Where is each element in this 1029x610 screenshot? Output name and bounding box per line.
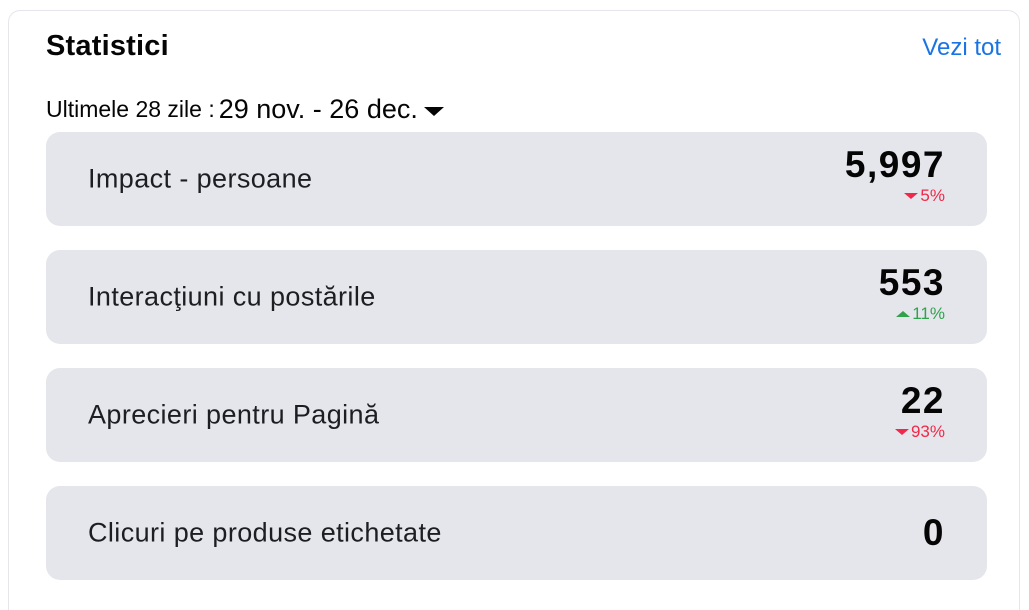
caret-down-icon xyxy=(423,106,444,116)
metric-value-block: 5,997 5% xyxy=(845,146,945,206)
date-range-label: Ultimele 28 zile : xyxy=(46,95,215,122)
see-all-link[interactable]: Vezi tot xyxy=(922,34,1001,62)
metric-change: 5% xyxy=(845,186,945,206)
metric-change: 93% xyxy=(894,422,945,442)
metric-change-value: 93% xyxy=(910,422,945,441)
metric-row-reach[interactable]: Impact - persoane 5,997 5% xyxy=(46,132,987,226)
date-range-value: 29 nov. - 26 dec. xyxy=(218,93,418,124)
metric-change-value: 11% xyxy=(912,304,945,323)
metrics-list: Impact - persoane 5,997 5% Interacţiuni … xyxy=(46,132,987,604)
metric-change-value: 5% xyxy=(920,186,945,205)
metric-value-block: 0 xyxy=(923,514,945,552)
metric-row-product-clicks[interactable]: Clicuri pe produse etichetate 0 xyxy=(46,486,987,580)
metric-value-block: 553 11% xyxy=(879,264,945,324)
metric-value: 553 xyxy=(878,262,945,303)
metric-label: Interacţiuni cu postările xyxy=(88,281,376,312)
date-range-selector[interactable]: Ultimele 28 zile : 29 nov. - 26 dec. xyxy=(46,92,444,126)
metric-value: 5,997 xyxy=(844,144,945,185)
trend-up-icon xyxy=(896,311,911,317)
trend-down-icon xyxy=(904,193,919,199)
metric-value: 22 xyxy=(900,380,945,421)
metric-label: Clicuri pe produse etichetate xyxy=(88,517,442,548)
metric-row-engagement[interactable]: Interacţiuni cu postările 553 11% xyxy=(46,250,987,344)
card-header: Statistici Vezi tot xyxy=(46,30,1001,70)
metric-row-page-likes[interactable]: Aprecieri pentru Pagină 22 93% xyxy=(46,368,987,462)
metric-value: 0 xyxy=(922,512,945,553)
trend-down-icon xyxy=(894,429,909,435)
metric-value-block: 22 93% xyxy=(894,380,945,442)
metric-label: Aprecieri pentru Pagină xyxy=(88,399,380,430)
card-title: Statistici xyxy=(46,30,169,62)
metric-label: Impact - persoane xyxy=(88,163,313,194)
metric-change: 11% xyxy=(879,304,945,324)
